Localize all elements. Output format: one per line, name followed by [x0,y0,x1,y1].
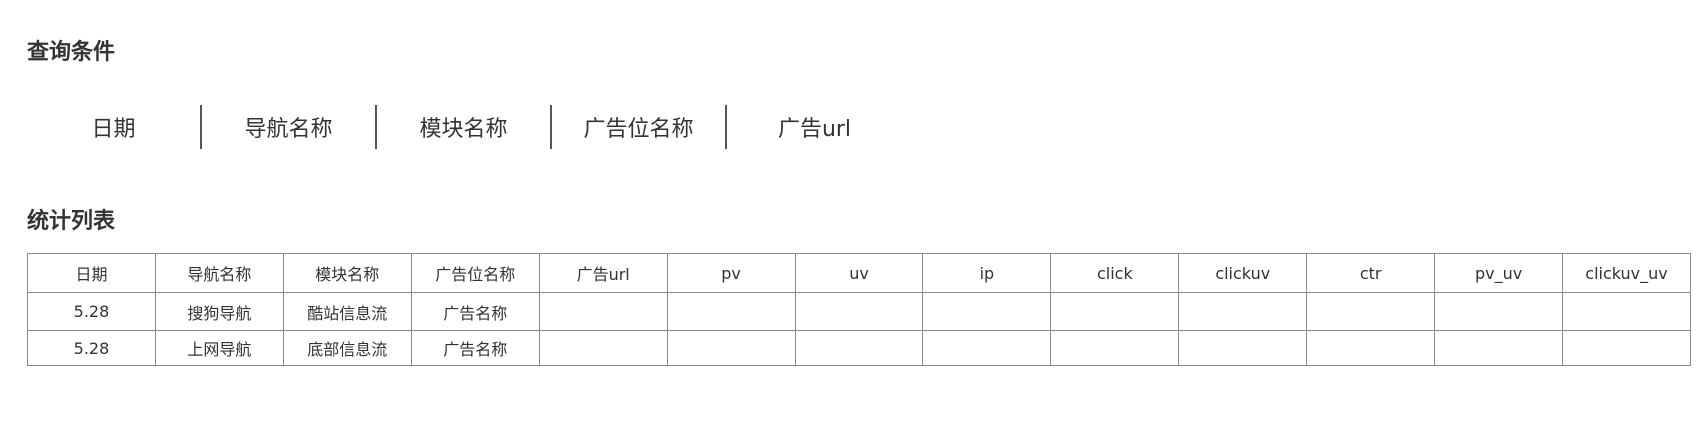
column-header-pv-uv: pv_uv [1434,253,1564,293]
column-header-ad-slot-name: 广告位名称 [410,253,540,293]
table-cell [1306,330,1436,366]
filter-ad-slot-name[interactable]: 广告位名称 [552,105,727,149]
column-header-click: click [1050,253,1180,293]
query-section-title: 查询条件 [27,40,116,65]
table-cell [1434,330,1564,366]
column-header-ctr: ctr [1306,253,1436,293]
filter-ad-url[interactable]: 广告url [727,105,902,149]
column-header-ip: ip [922,253,1052,293]
page: 查询条件 日期 导航名称 模块名称 广告位名称 广告url 统计列表 日期 导航… [0,0,1706,428]
table-cell [1178,330,1308,366]
table-cell [666,292,796,331]
filter-nav-name[interactable]: 导航名称 [202,105,377,149]
query-filters: 日期 导航名称 模块名称 广告位名称 广告url [27,105,902,149]
table-cell [666,330,796,366]
column-header-ad-url: 广告url [538,253,668,293]
table-cell: 5.28 [27,292,156,331]
table-cell: 上网导航 [154,330,284,366]
column-header-nav-name: 导航名称 [154,253,284,293]
table-cell [538,330,668,366]
table-cell: 搜狗导航 [154,292,284,331]
table-cell [1562,292,1691,331]
table-cell: 5.28 [27,330,156,366]
table-cell [794,330,924,366]
table-cell: 底部信息流 [282,330,412,366]
stats-table: 日期 导航名称 模块名称 广告位名称 广告url pv uv ip click … [27,253,1691,366]
stats-list-title: 统计列表 [27,209,116,234]
table-cell: 酷站信息流 [282,292,412,331]
table-cell [1306,292,1436,331]
table-cell [922,330,1052,366]
table-cell [1562,330,1691,366]
table-row: 5.28 上网导航 底部信息流 广告名称 [27,330,1691,366]
column-header-uv: uv [794,253,924,293]
table-cell [794,292,924,331]
filter-module-name[interactable]: 模块名称 [377,105,552,149]
column-header-date: 日期 [27,253,156,293]
column-header-module-name: 模块名称 [282,253,412,293]
column-header-pv: pv [666,253,796,293]
table-cell [1050,292,1180,331]
table-cell [1178,292,1308,331]
table-cell [922,292,1052,331]
header-row: 日期 导航名称 模块名称 广告位名称 广告url pv uv ip click … [27,253,1691,293]
table-cell [1050,330,1180,366]
filter-date[interactable]: 日期 [27,105,202,149]
table-cell [1434,292,1564,331]
column-header-clickuv-uv: clickuv_uv [1562,253,1691,293]
column-header-clickuv: clickuv [1178,253,1308,293]
table-cell [538,292,668,331]
stats-table-header: 日期 导航名称 模块名称 广告位名称 广告url pv uv ip click … [27,253,1691,293]
table-row: 5.28 搜狗导航 酷站信息流 广告名称 [27,292,1691,331]
table-cell: 广告名称 [410,292,540,331]
table-cell: 广告名称 [410,330,540,366]
stats-table-body: 5.28 搜狗导航 酷站信息流 广告名称 5.28 上网导航 底部信息流 广告名… [27,292,1691,366]
stats-table-container: 日期 导航名称 模块名称 广告位名称 广告url pv uv ip click … [27,253,1691,366]
